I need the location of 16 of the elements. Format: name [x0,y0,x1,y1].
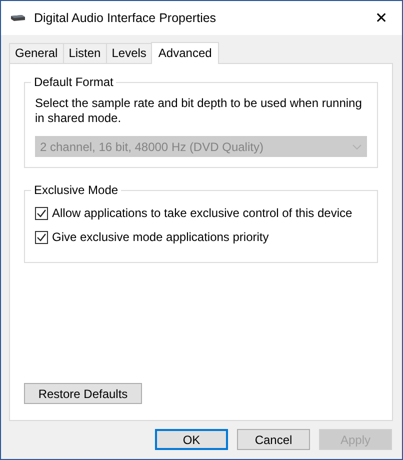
checkbox[interactable] [35,206,48,220]
checkbox-label: Allow applications to take exclusive control of this device [52,205,352,222]
checkbox[interactable] [35,230,48,244]
window-title: Digital Audio Interface Properties [34,10,216,27]
chevron-down-icon [352,144,362,150]
checkbox-label: Give exclusive mode applications priority [52,229,269,246]
speaker-device-icon [10,13,26,23]
group-title: Exclusive Mode [33,184,120,196]
tab[interactable]: Advanced [151,42,219,64]
close-button[interactable]: ✕ [369,10,394,26]
tab[interactable]: General [9,43,64,63]
group-title: Default Format [33,76,114,88]
dialog-button[interactable]: OK [155,429,228,450]
restore-defaults-button[interactable]: Restore Defaults [24,383,142,404]
description-text: Select the sample rate and bit depth to be used when running in shared mode. [35,96,363,126]
dialog-button[interactable]: Cancel [237,429,310,450]
